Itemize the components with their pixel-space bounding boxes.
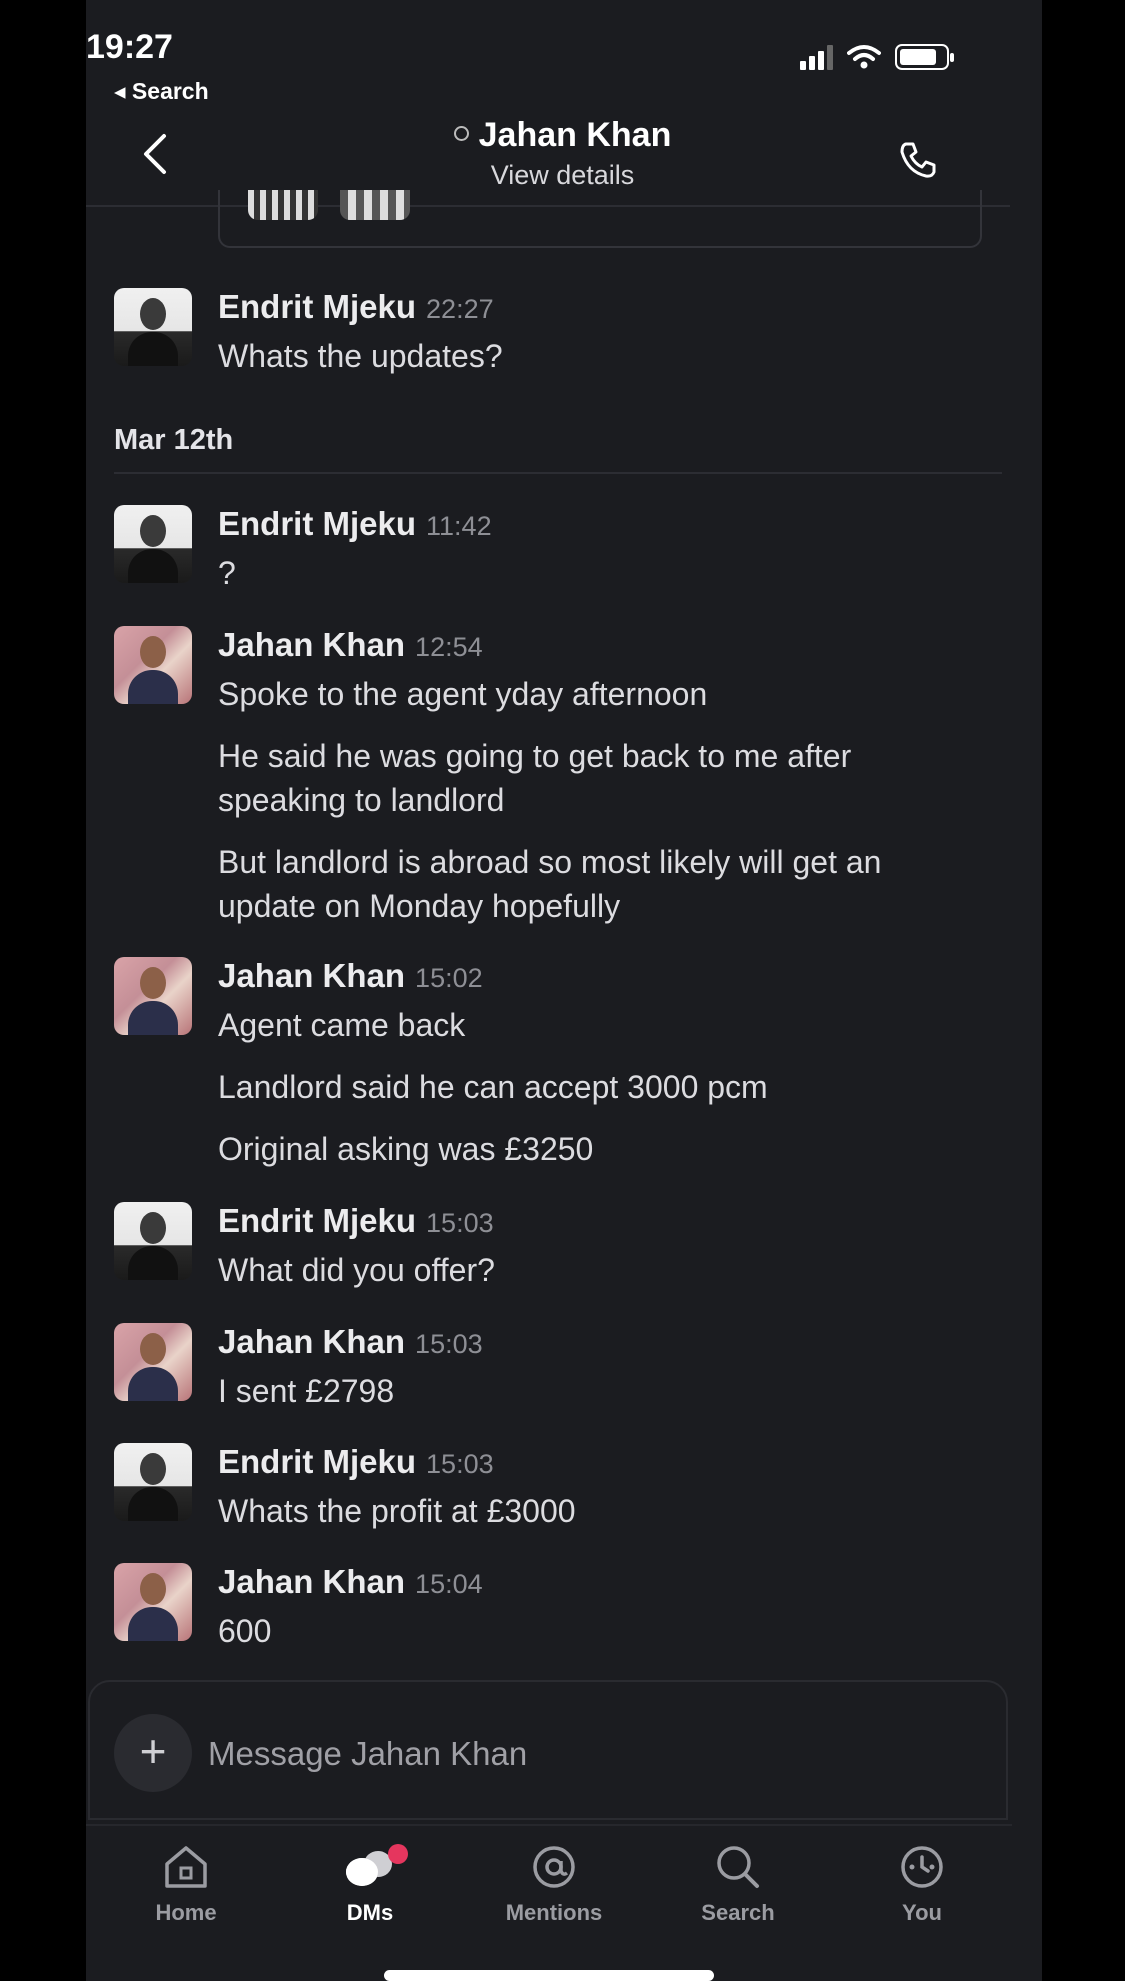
tab-label: DMs [346,1900,394,1925]
avatar[interactable] [114,1202,192,1280]
message-text: Spoke to the agent yday afternoon [218,676,708,712]
home-icon [165,1846,207,1888]
cellular-signal-icon [800,44,833,70]
message-text: Whats the updates? [218,338,503,374]
attachment-thumbnail [248,190,318,220]
message-input[interactable] [208,1730,968,1778]
tab-label: Search [701,1900,775,1925]
back-to-search-link[interactable]: ◂ Search [114,78,209,105]
unread-badge [388,1844,408,1864]
message-text: 600 [218,1613,272,1649]
sender-name[interactable]: Endrit Mjeku [218,1443,416,1480]
avatar[interactable] [114,1323,192,1401]
date-divider [114,472,1002,474]
avatar[interactable] [114,1443,192,1521]
tab-mentions[interactable]: Mentions [474,1844,634,1926]
message-text: I sent £2798 [218,1373,395,1409]
tab-label: You [902,1900,942,1925]
sender-name[interactable]: Jahan Khan [218,957,405,994]
message-text: speaking to landlord [218,782,505,818]
sender-name[interactable]: Endrit Mjeku [218,1202,416,1239]
bottom-tab-bar: Home DMs Mentions Search You [86,1824,1012,1934]
message-time: 15:03 [415,1329,483,1359]
tab-you[interactable]: You [842,1844,1002,1926]
avatar[interactable] [114,505,192,583]
tab-dms[interactable]: DMs [290,1844,450,1926]
wifi-icon [847,45,881,69]
previous-attachment-card[interactable] [218,190,982,248]
message-time: 15:02 [415,963,483,993]
message-text: Landlord said he can accept 3000 pcm [218,1069,768,1105]
tab-search[interactable]: Search [658,1844,818,1926]
message-text: Agent came back [218,1007,466,1043]
avatar[interactable] [114,626,192,704]
message-time: 15:04 [415,1569,483,1599]
tab-label: Home [155,1900,217,1925]
message-time: 12:54 [415,632,483,662]
battery-icon [895,44,954,70]
message-text: Original asking was £3250 [218,1131,594,1167]
phone-call-icon[interactable] [898,140,938,180]
you-icon [901,1846,943,1888]
message-text: Whats the profit at £3000 [218,1493,576,1529]
sender-name[interactable]: Endrit Mjeku [218,505,416,542]
message-time: 22:27 [426,294,494,324]
conversation-name: Jahan Khan [478,116,672,154]
conversation-title[interactable]: Jahan Khan [0,116,1125,155]
sender-name[interactable]: Jahan Khan [218,626,405,663]
status-time: 19:27 [86,28,173,66]
at-icon [533,1846,575,1888]
message-time: 15:03 [426,1208,494,1238]
message-text: update on Monday hopefully [218,888,621,924]
attachment-thumbnail [340,190,410,220]
message-text: What did you offer? [218,1252,495,1288]
message-time: 15:03 [426,1449,494,1479]
date-separator: Mar 12th [114,424,234,456]
tab-home[interactable]: Home [106,1844,266,1926]
view-details-link[interactable]: View details [0,160,1125,191]
tab-label: Mentions [505,1900,603,1925]
presence-icon [453,125,469,141]
sender-name[interactable]: Endrit Mjeku [218,288,416,325]
avatar[interactable] [114,1563,192,1641]
message-text: But landlord is abroad so most likely wi… [218,844,882,880]
sender-name[interactable]: Jahan Khan [218,1563,405,1600]
message-text: ? [218,555,236,591]
home-indicator[interactable] [384,1970,714,1981]
avatar[interactable] [114,288,192,366]
add-attachment-button[interactable]: + [114,1714,192,1792]
avatar[interactable] [114,957,192,1035]
status-icons [800,44,954,70]
message-time: 11:42 [426,511,492,541]
message-text: He said he was going to get back to me a… [218,738,852,774]
sender-name[interactable]: Jahan Khan [218,1323,405,1360]
search-icon [717,1846,759,1888]
